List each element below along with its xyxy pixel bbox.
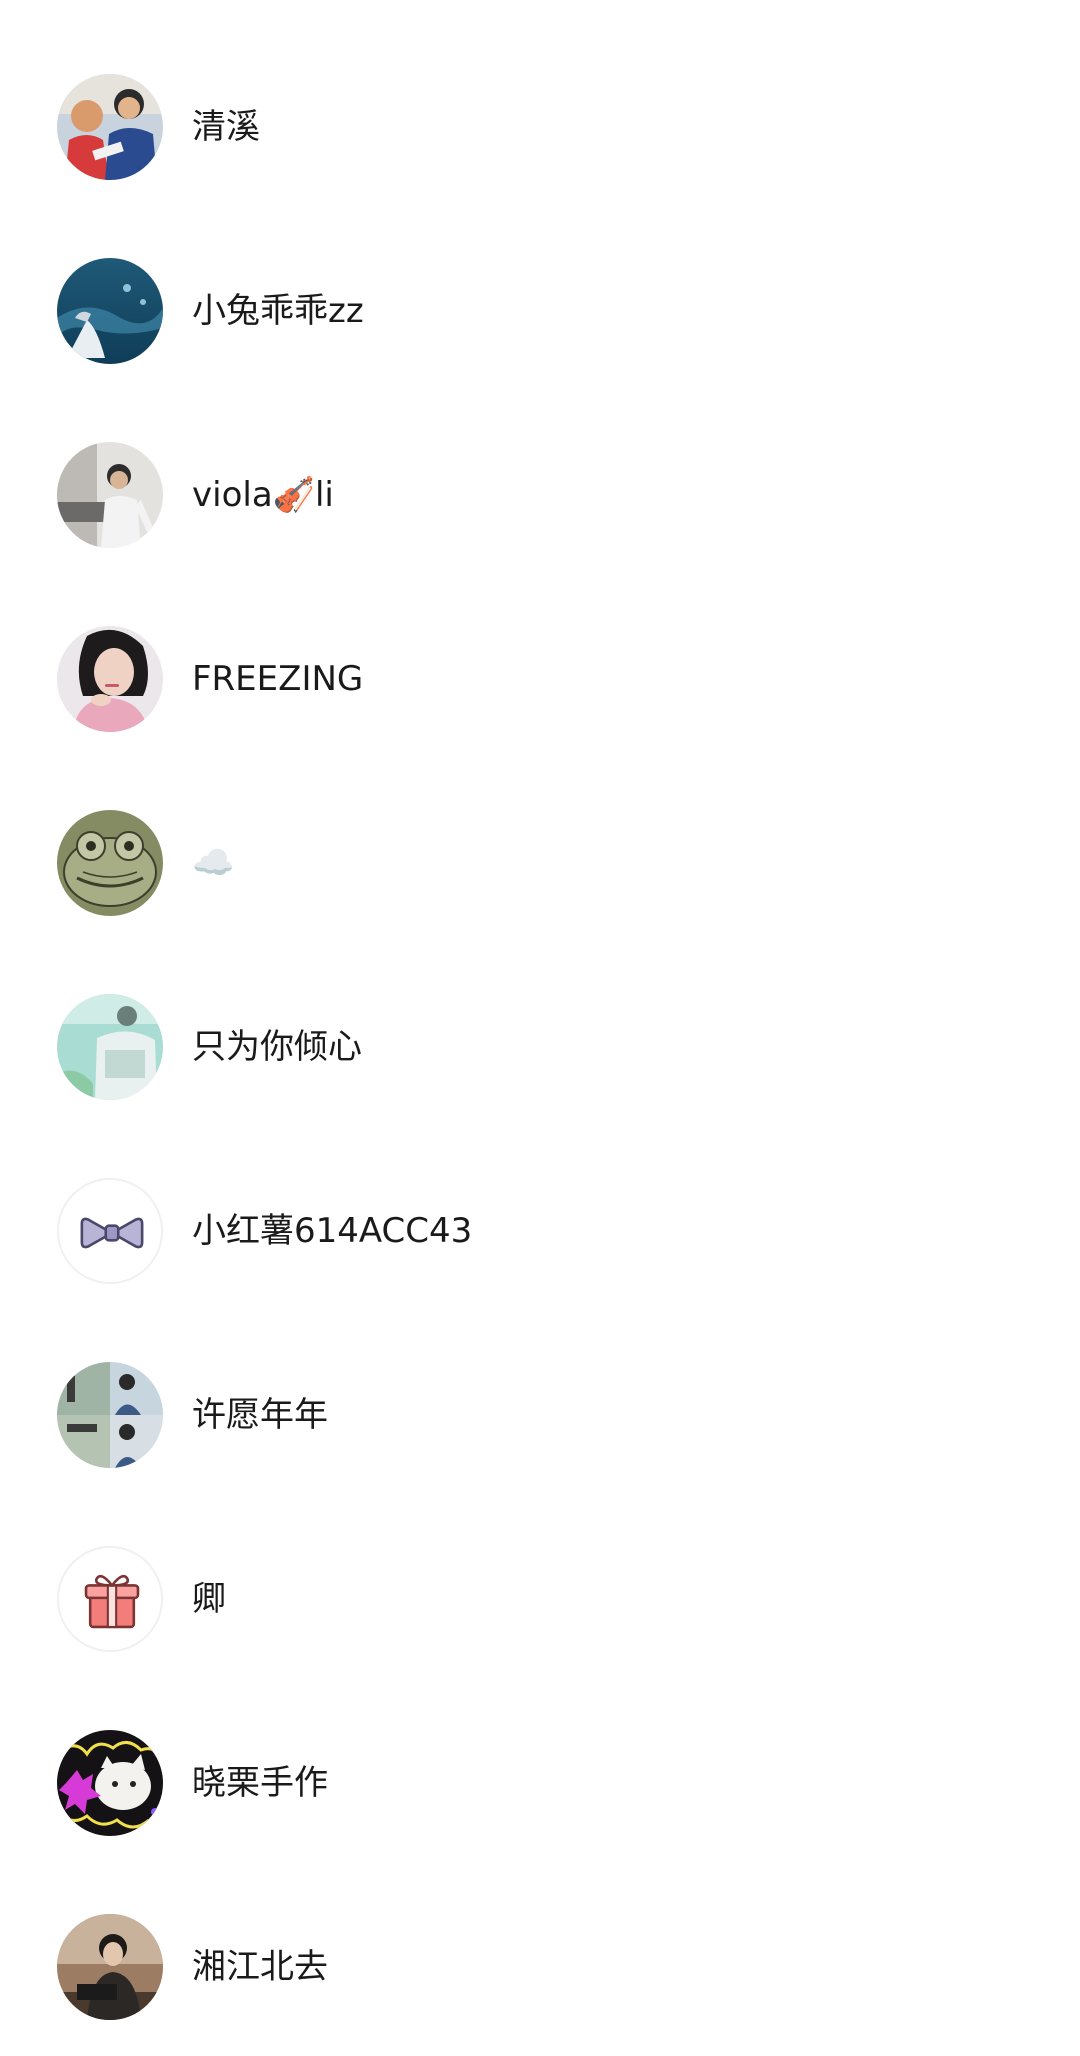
photo-ocean-icon: [57, 258, 163, 364]
list-item[interactable]: FREEZING: [0, 580, 1080, 764]
photo-man-desk-icon: [57, 442, 163, 548]
list-item[interactable]: 晓栗手作: [0, 1684, 1080, 1868]
list-item[interactable]: 湘江北去: [0, 1868, 1080, 2052]
photo-grid-people-icon: [57, 1362, 163, 1468]
bow-icon: [59, 1180, 161, 1282]
list-item[interactable]: 小兔乖乖zz: [0, 212, 1080, 396]
list-item[interactable]: viola🎻li: [0, 396, 1080, 580]
avatar[interactable]: [57, 810, 163, 916]
frog-illustration-icon: [57, 810, 163, 916]
photo-two-people-icon: [57, 74, 163, 180]
list-item[interactable]: 只为你倾心: [0, 948, 1080, 1132]
list-item[interactable]: 清溪: [0, 28, 1080, 212]
contact-name: 只为你倾心: [192, 1027, 362, 1067]
avatar[interactable]: [57, 258, 163, 364]
contact-name: 湘江北去: [192, 1947, 328, 1987]
list-item[interactable]: ☁️: [0, 764, 1080, 948]
avatar[interactable]: [57, 626, 163, 732]
contact-name: ☁️: [192, 843, 235, 883]
list-item[interactable]: 许愿年年: [0, 1316, 1080, 1500]
contact-name: 小红薯614ACC43: [192, 1211, 473, 1251]
cat-illustration-icon: [57, 1730, 163, 1836]
avatar[interactable]: [57, 1546, 163, 1652]
avatar[interactable]: [57, 1362, 163, 1468]
contact-name: viola🎻li: [192, 475, 334, 515]
contact-name: 许愿年年: [192, 1395, 328, 1435]
contact-name: 清溪: [192, 107, 260, 147]
photo-woman-pink-icon: [57, 626, 163, 732]
contact-name: FREEZING: [192, 659, 364, 699]
contact-name: 卿: [192, 1579, 226, 1619]
contact-name: 小兔乖乖zz: [192, 291, 364, 331]
avatar[interactable]: [57, 442, 163, 548]
list-item[interactable]: 卿: [0, 1500, 1080, 1684]
contact-name: 晓栗手作: [192, 1763, 328, 1803]
avatar[interactable]: [57, 994, 163, 1100]
avatar[interactable]: [57, 1178, 163, 1284]
gift-icon: [59, 1548, 161, 1650]
list-item[interactable]: 小红薯614ACC43: [0, 1132, 1080, 1316]
photo-teal-icon: [57, 994, 163, 1100]
avatar[interactable]: [57, 1914, 163, 2020]
avatar[interactable]: [57, 74, 163, 180]
avatar[interactable]: [57, 1730, 163, 1836]
follower-list: 清溪 小兔乖乖zz viola🎻li FREEZING ☁️ 只为你倾心 小红薯…: [0, 0, 1080, 2056]
photo-woman-laptop-icon: [57, 1914, 163, 2020]
